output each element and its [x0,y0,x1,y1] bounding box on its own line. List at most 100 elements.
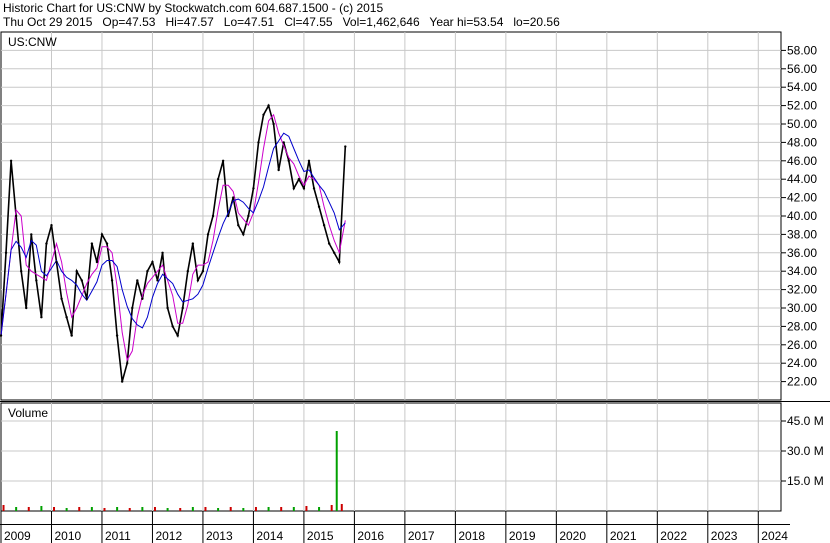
price-point [126,362,129,365]
price-tick-label: 36.00 [787,246,817,260]
volume-bar [340,504,343,511]
volume-bar [305,506,308,511]
volume-bar [330,505,333,511]
price-point [282,141,285,144]
price-point [242,233,245,236]
price-point [257,141,260,144]
price-point [35,279,38,282]
year-tick-label: 2011 [105,529,131,543]
price-point [176,334,179,337]
volume-bar [242,508,245,511]
year-tick-label: 2021 [610,529,637,543]
price-point [297,178,301,181]
price-point [277,168,280,172]
year-tick-label: 2024 [761,529,788,543]
year-tick-label: 2023 [711,529,738,543]
volume-tick-label: 30.0 M [787,444,824,458]
price-point [232,196,235,199]
price-tick-label: 54.00 [787,80,817,94]
volume-bar [53,507,56,511]
year-tick-label: 2016 [357,529,384,543]
price-point [338,260,341,264]
price-point [19,270,23,273]
price-point [181,306,184,310]
volume-bar [65,508,68,511]
price-point [50,224,53,227]
price-tick-label: 26.00 [787,338,817,352]
price-point [45,242,48,245]
price-point [302,187,306,190]
price-point [161,251,164,254]
volume-bar [153,507,156,511]
price-tick-label: 56.00 [787,62,817,76]
year-tick-label: 2010 [54,529,81,543]
price-point [317,205,321,208]
volume-bar [103,508,106,511]
volume-bar [254,507,257,511]
price-point [226,214,230,218]
price-tick-label: 34.00 [787,264,817,278]
price-tick-label: 46.00 [787,154,817,168]
price-point [196,279,200,282]
price-point [120,380,124,383]
volume-panel-frame [0,402,782,512]
price-point [252,187,255,190]
price-point [146,270,149,273]
price-point [30,233,33,236]
year-tick-label: 2022 [660,529,687,543]
price-point [292,187,296,190]
year-tick-label: 2017 [408,529,435,543]
volume-bar [280,507,283,511]
year-tick-label: 2009 [4,529,31,543]
volume-bar [166,508,169,511]
price-point [110,279,114,282]
price-point [55,260,58,264]
volume-bar [15,507,18,511]
year-tick-label: 2013 [206,529,233,543]
volume-bar [318,507,321,511]
price-point [40,316,43,319]
price-point [344,145,347,148]
price-point [60,297,63,300]
price-point [191,242,195,245]
volume-bar [78,507,81,511]
price-point [333,251,336,254]
price-point [267,104,270,107]
price-tick-label: 28.00 [787,319,817,333]
year-tick-label: 2014 [256,529,283,543]
price-point [307,159,311,162]
price-tick-label: 48.00 [787,135,817,149]
price-point [65,316,68,319]
price-point [211,214,215,218]
price-point [100,233,104,236]
price-tick-label: 38.00 [787,227,817,241]
price-point [80,279,83,282]
price-point [95,260,99,264]
year-tick-label: 2019 [509,529,536,543]
price-point [237,224,240,227]
price-tick-label: 58.00 [787,43,817,57]
volume-bar [27,507,30,511]
price-point [115,334,119,337]
year-tick-label: 2015 [307,529,334,543]
volume-bar [40,506,43,511]
price-tick-label: 42.00 [787,191,817,205]
price-point [247,214,250,218]
price-point [206,233,210,236]
year-tick-label: 2012 [155,529,182,543]
volume-tick-label: 45.0 M [787,414,824,428]
price-tick-label: 44.00 [787,172,817,186]
price-point [186,270,189,273]
price-point [14,214,18,218]
price-point [327,242,331,245]
price-point [171,325,174,328]
year-tick-label: 2018 [458,529,485,543]
volume-bar [141,507,144,511]
price-point [141,297,144,300]
price-tick-label: 50.00 [787,117,817,131]
price-point [131,306,134,310]
price-point [322,224,326,227]
volume-tick-label: 15.0 M [787,474,824,488]
volume-bar [267,507,270,511]
price-point [312,187,316,190]
